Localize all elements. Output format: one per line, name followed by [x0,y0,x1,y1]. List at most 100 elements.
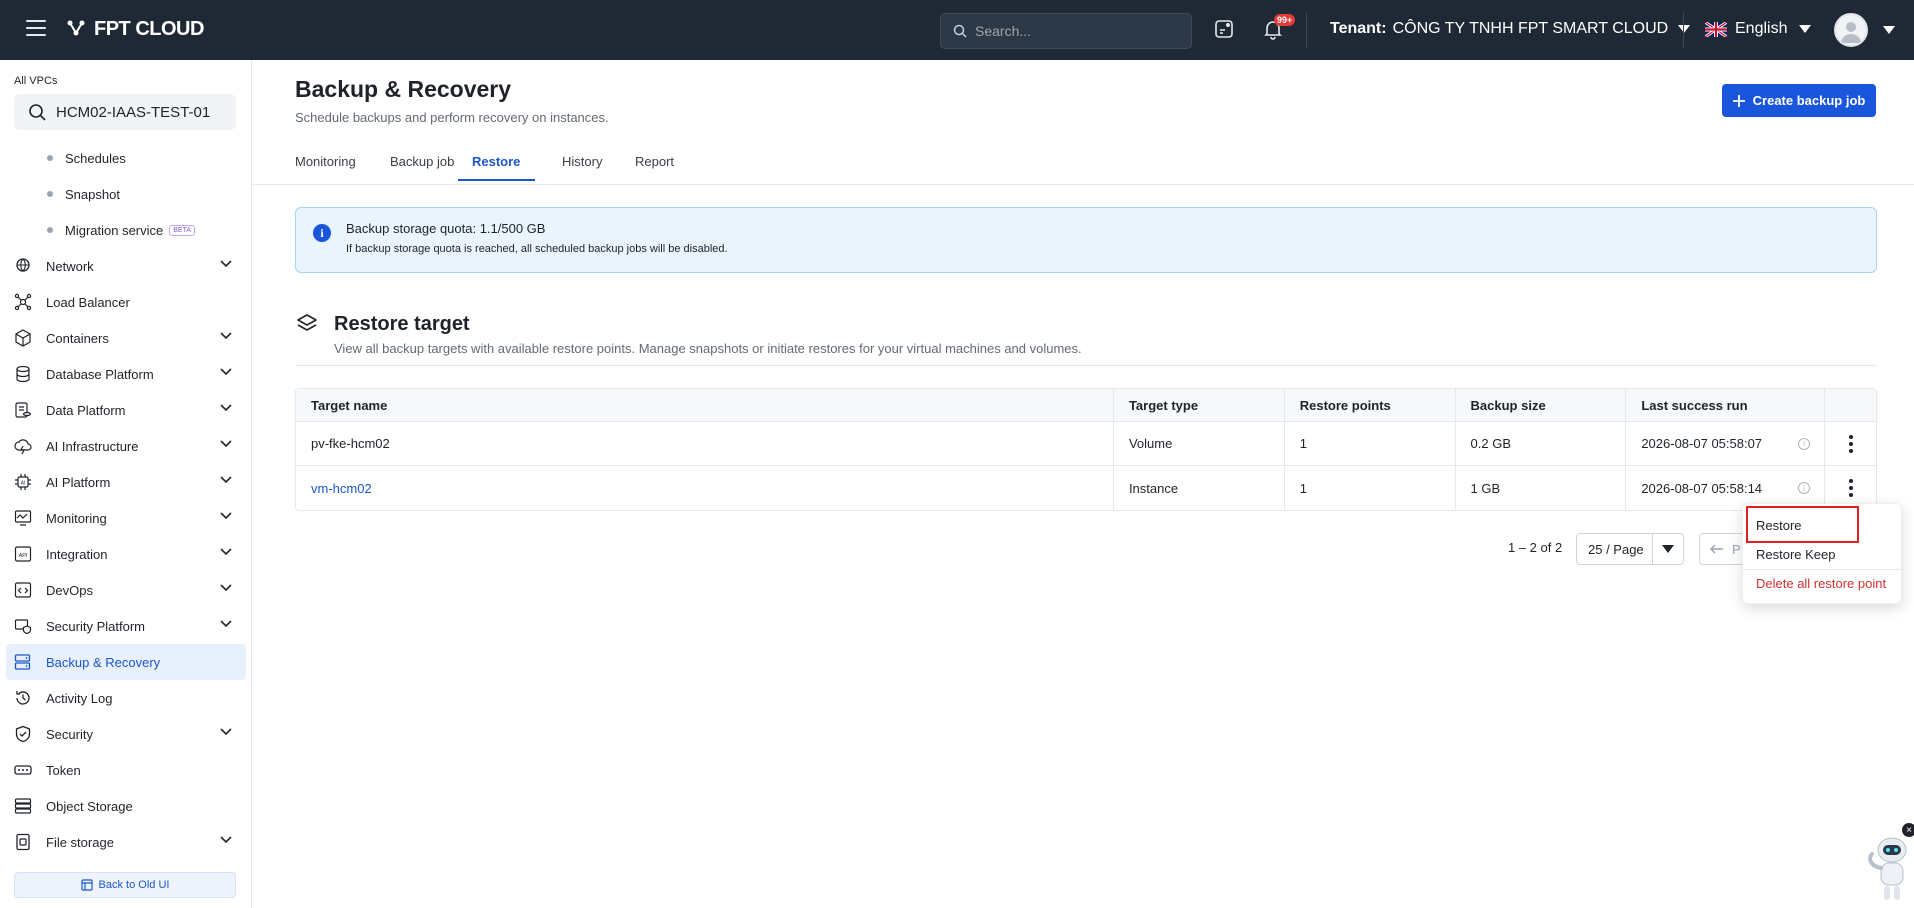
sidebar-item-label: DevOps [46,582,93,598]
close-icon[interactable]: × [1902,823,1914,837]
sidebar-item-database-platform[interactable]: Database Platform [0,356,252,392]
sidebar-item-token[interactable]: Token [0,752,252,788]
table-row[interactable]: vm-hcm02 Instance 1 1 GB 2026-08-07 05:5… [296,466,1876,510]
menu-icon[interactable] [26,20,46,38]
tenant-label: Tenant: [1330,20,1387,37]
more-vertical-icon[interactable] [1845,431,1857,457]
security-platform-icon [14,617,32,635]
sidebar-item-ai-infrastructure[interactable]: AI Infrastructure [0,428,252,464]
user-avatar[interactable] [1834,13,1868,47]
notification-bell-icon[interactable]: 99+ [1262,14,1296,42]
globe-icon [14,257,32,275]
sidebar-item-label: Load Balancer [46,294,130,310]
tab-bar: Monitoring Backup job Restore History Re… [253,148,1914,185]
chevron-down-icon [220,584,232,592]
svg-text:API: API [19,553,28,559]
column-header-target-name[interactable]: Target name [296,389,1114,421]
database-icon [14,365,32,383]
sidebar: All VPCs HCM02-IAAS-TEST-01 Schedules Sn… [0,60,252,908]
sidebar-item-security-platform[interactable]: Security Platform [0,608,252,644]
sidebar-item-security[interactable]: Security [0,716,252,752]
column-header-backup-size[interactable]: Backup size [1456,389,1627,421]
prev-page-label: P [1732,541,1741,557]
chevron-down-icon [220,440,232,448]
sidebar-item-label: Monitoring [46,510,107,526]
ai-chip-icon: AI [14,473,32,491]
sidebar-item-containers[interactable]: Containers [0,320,252,356]
sidebar-item-network[interactable]: Network [0,248,252,284]
sidebar-item-snapshot[interactable]: Snapshot [0,176,252,212]
alert-title: Backup storage quota: 1.1/500 GB [346,221,546,236]
column-header-last-success-run[interactable]: Last success run [1626,389,1826,421]
create-backup-job-button[interactable]: Create backup job [1722,84,1876,117]
info-icon[interactable]: i [1798,482,1811,494]
global-search[interactable] [940,13,1192,49]
brand-logo[interactable]: FPT CLOUD [64,17,204,41]
chatbot-assistant-icon[interactable] [1862,830,1914,908]
sidebar-item-label: Migration service [65,222,164,238]
sidebar-item-devops[interactable]: DevOps [0,572,252,608]
shield-icon [14,725,32,743]
tab-restore[interactable]: Restore [458,154,535,181]
sidebar-item-ai-platform[interactable]: AI AI Platform [0,464,252,500]
menu-item-restore-keep[interactable]: Restore Keep [1756,547,1836,562]
sidebar-item-load-balancer[interactable]: Load Balancer [0,284,252,320]
page-size-value: 25 / Page [1577,534,1653,564]
chevron-down-icon [220,476,232,484]
sidebar-item-object-storage[interactable]: Object Storage [0,788,252,824]
menu-item-delete-all-restore-point[interactable]: Delete all restore point [1756,576,1886,591]
vpc-selector[interactable]: HCM02-IAAS-TEST-01 [14,94,236,130]
ai-infra-icon [14,437,32,455]
sidebar-item-activity-log[interactable]: Activity Log [0,680,252,716]
quota-alert: i Backup storage quota: 1.1/500 GB If ba… [295,207,1877,273]
sidebar-item-file-storage[interactable]: File storage [0,824,252,860]
language-selector[interactable]: English [1705,20,1812,38]
tenant-selector[interactable]: Tenant: CÔNG TY TNHH FPT SMART CLOUD [1330,20,1691,38]
column-header-target-type[interactable]: Target type [1114,389,1285,421]
monitor-icon [14,509,32,527]
sidebar-item-schedules[interactable]: Schedules [0,140,252,176]
sidebar-item-label: Snapshot [65,186,120,202]
sidebar-item-integration[interactable]: API Integration [0,536,252,572]
tab-report[interactable]: Report [635,154,674,179]
search-input[interactable] [975,23,1175,39]
last-success-run-cell: 2026-08-07 05:58:07 i [1626,422,1826,465]
cube-icon [14,329,32,347]
chevron-down-icon [220,548,232,556]
target-type-cell: Volume [1114,422,1285,465]
section-description: View all backup targets with available r… [334,341,1082,356]
divider [1683,12,1684,48]
tab-history[interactable]: History [562,154,602,179]
info-icon[interactable]: i [1798,437,1811,450]
bullet-icon [47,155,53,161]
alert-description: If backup storage quota is reached, all … [346,243,728,255]
sidebar-item-label: Schedules [65,150,126,166]
caret-down-icon[interactable] [1883,26,1895,34]
more-vertical-icon[interactable] [1845,475,1857,501]
sidebar-item-monitoring[interactable]: Monitoring [0,500,252,536]
column-header-restore-points[interactable]: Restore points [1285,389,1456,421]
divider [1743,569,1903,570]
last-success-run-value: 2026-08-07 05:58:14 [1641,480,1763,496]
back-to-old-ui-label: Back to Old UI [98,879,170,891]
sidebar-item-migration-service[interactable]: Migration service BETA [0,212,252,248]
page-size-select[interactable]: 25 / Page [1576,533,1684,565]
code-icon [14,581,32,599]
sidebar-item-backup-recovery[interactable]: Backup & Recovery [6,644,246,680]
documentation-icon[interactable] [1213,18,1237,42]
bullet-icon [47,227,53,233]
vpc-value: HCM02-IAAS-TEST-01 [56,103,211,121]
tab-monitoring[interactable]: Monitoring [295,154,356,179]
target-name-link[interactable]: vm-hcm02 [311,481,372,496]
notification-badge: 99+ [1274,14,1296,26]
table-header-row: Target name Target type Restore points B… [296,389,1876,422]
sidebar-item-data-platform[interactable]: Data Platform [0,392,252,428]
sidebar-nav: Schedules Snapshot Migration service BETA… [0,140,252,860]
backup-size-cell: 0.2 GB [1456,422,1627,465]
table-row[interactable]: pv-fke-hcm02 Volume 1 0.2 GB 2026-08-07 … [296,422,1876,466]
page-title: Backup & Recovery [295,76,512,102]
back-to-old-ui-button[interactable]: Back to Old UI [14,872,236,898]
menu-item-restore[interactable]: Restore [1756,518,1802,533]
tab-backup-job[interactable]: Backup job [390,154,454,179]
layers-icon [297,314,317,331]
